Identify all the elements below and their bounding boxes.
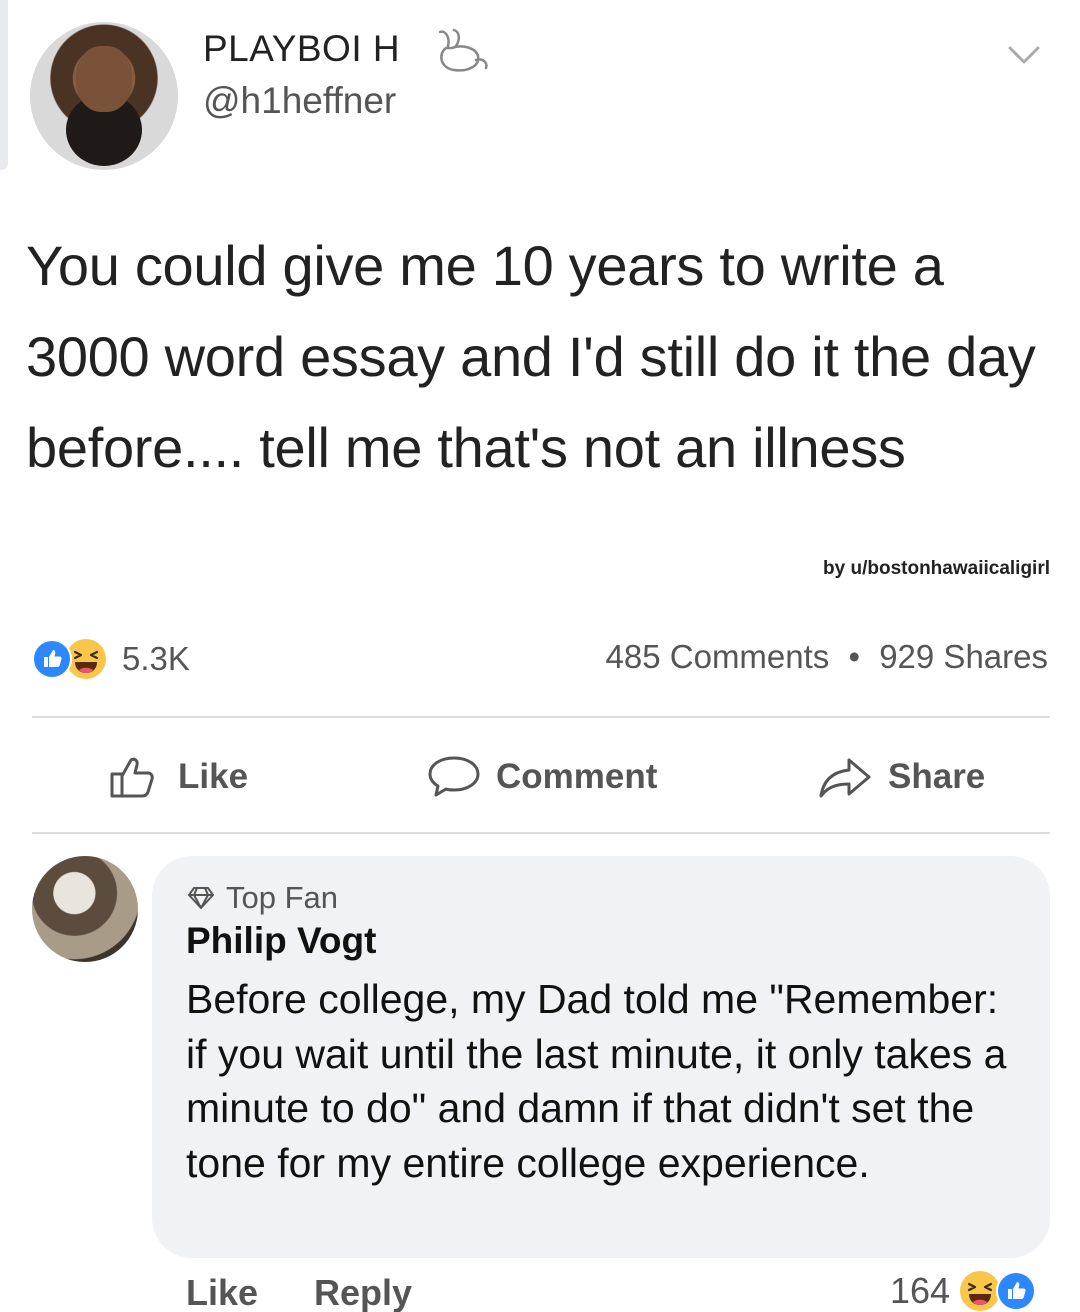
like-reaction-icon [996, 1271, 1037, 1311]
tweet-author-avatar[interactable] [30, 22, 178, 170]
tweet-text: You could give me 10 years to write a 30… [26, 234, 1036, 479]
share-icon [819, 758, 871, 798]
comment-like-button[interactable]: Like [186, 1272, 258, 1312]
like-button[interactable]: Like [108, 752, 248, 802]
left-edge-strip [0, 0, 8, 170]
commenter-name[interactable]: Philip Vogt [186, 920, 376, 962]
comments-count[interactable]: 485 Comments [606, 638, 830, 675]
divider-top [32, 716, 1050, 718]
bunny-icon [438, 28, 488, 72]
comment-button[interactable]: Comment [426, 752, 657, 802]
avatar-face [76, 46, 132, 112]
chevron-down-icon[interactable] [1004, 42, 1044, 70]
counts-separator: • [848, 638, 861, 675]
top-fan-label: Top Fan [226, 880, 339, 915]
comment-reaction-count: 164 [890, 1270, 951, 1311]
diamond-icon [188, 887, 214, 909]
share-button[interactable]: Share [816, 752, 985, 802]
divider-bottom [32, 832, 1050, 834]
comment-reply-button[interactable]: Reply [314, 1272, 412, 1312]
share-label: Share [888, 757, 986, 796]
comment-label: Comment [496, 757, 658, 796]
comment-text: Before college, my Dad told me "Remember… [186, 976, 1007, 1186]
commenter-avatar[interactable] [32, 856, 138, 962]
comment-icon [428, 756, 480, 797]
thumbs-up-icon [110, 757, 154, 798]
like-label: Like [178, 757, 249, 796]
tweet-display-name[interactable]: PLAYBOI H [203, 28, 400, 70]
shares-count[interactable]: 929 Shares [879, 638, 1048, 675]
reaction-count[interactable]: 5.3K [122, 640, 190, 678]
tweet-handle[interactable]: @h1heffner [203, 80, 396, 122]
post-reactions[interactable]: 5.3K [32, 636, 190, 682]
comment-reactions[interactable]: 164 [890, 1268, 1037, 1312]
top-fan-badge: Top Fan [186, 880, 338, 916]
comment-share-counts: 485 Comments • 929 Shares [606, 638, 1048, 676]
like-reaction-icon [32, 639, 72, 679]
post-credit: by u/bostonhawaiicaligirl [823, 558, 1050, 579]
